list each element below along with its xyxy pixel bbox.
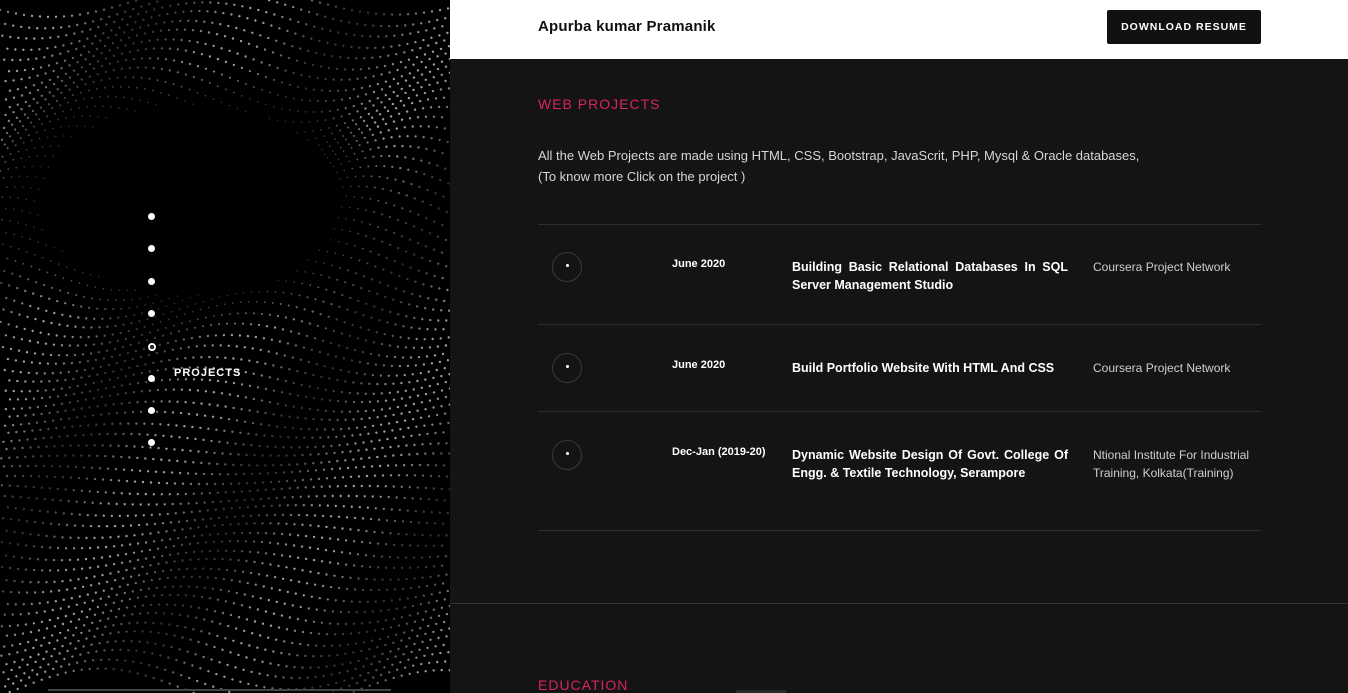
brand-name[interactable]: Apurba kumar Pramanik: [538, 18, 716, 35]
nav-dot-6[interactable]: [148, 375, 155, 382]
divider: [538, 530, 1261, 531]
nav-dot-4[interactable]: [148, 310, 155, 317]
top-bar: Apurba kumar Pramanik DOWNLOAD RESUME: [450, 0, 1348, 59]
project-bullet-icon[interactable]: [552, 353, 582, 383]
intro-line-1: All the Web Projects are made using HTML…: [538, 148, 1140, 163]
project-org: Coursera Project Network: [1093, 260, 1231, 274]
section-nav: PROJECTS: [0, 0, 450, 693]
project-bullet-icon[interactable]: [552, 252, 582, 282]
project-date: June 2020: [672, 359, 726, 371]
project-title[interactable]: Dynamic Website Design Of Govt. College …: [792, 446, 1068, 482]
nav-dot-1[interactable]: [148, 213, 155, 220]
divider: [538, 224, 1261, 225]
download-resume-button[interactable]: DOWNLOAD RESUME: [1107, 10, 1261, 44]
nav-dot-8[interactable]: [148, 439, 155, 446]
project-date: June 2020: [672, 258, 726, 270]
project-date: Dec-Jan (2019-20): [672, 446, 766, 458]
nav-dot-7[interactable]: [148, 407, 155, 414]
divider: [538, 411, 1261, 412]
project-title[interactable]: Build Portfolio Website With HTML And CS…: [792, 359, 1068, 377]
project-org: Ntional Institute For Industrial Trainin…: [1093, 448, 1250, 480]
project-org: Coursera Project Network: [1093, 361, 1231, 375]
nav-dot-2[interactable]: [148, 245, 155, 252]
main-content: Apurba kumar Pramanik DOWNLOAD RESUME WE…: [450, 0, 1348, 693]
hero-art-panel: PROJECTS: [0, 0, 450, 693]
scroll-track: [48, 689, 391, 691]
project-bullet-icon[interactable]: [552, 440, 582, 470]
web-projects-title: WEB PROJECTS: [538, 96, 661, 112]
intro-line-2: (To know more Click on the project ): [538, 169, 746, 184]
nav-dot-3[interactable]: [148, 278, 155, 285]
nav-dot-5-active[interactable]: [148, 343, 156, 351]
project-title[interactable]: Building Basic Relational Databases In S…: [792, 258, 1068, 294]
divider: [538, 324, 1261, 325]
web-projects-intro: All the Web Projects are made using HTML…: [538, 145, 1258, 187]
section-separator: [450, 603, 1348, 604]
nav-label-projects[interactable]: PROJECTS: [174, 367, 241, 379]
education-title: EDUCATION: [538, 677, 629, 693]
